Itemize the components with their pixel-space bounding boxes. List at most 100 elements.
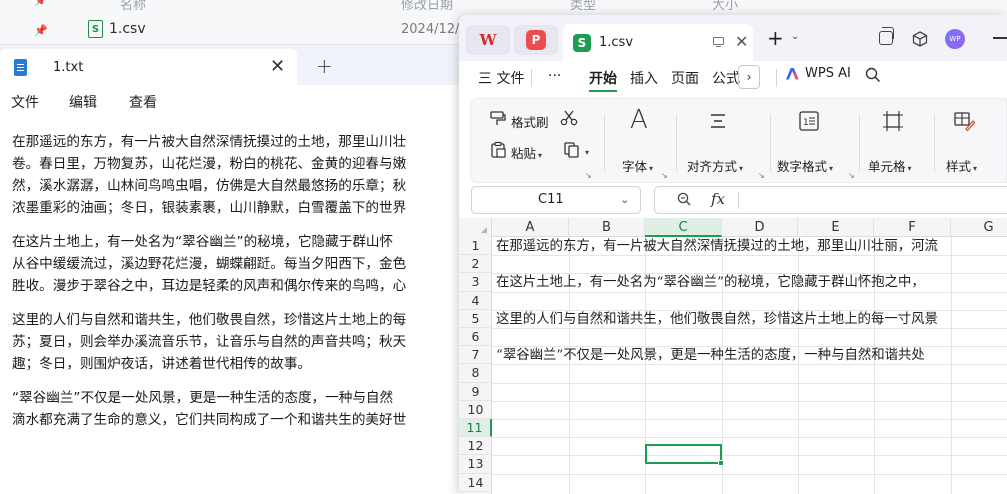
column-header-type[interactable]: 类型 (570, 0, 596, 13)
tab-formula[interactable]: 公式 (712, 68, 740, 88)
tab-page-layout[interactable]: 页面 (671, 68, 699, 88)
row-header[interactable]: 7 (459, 346, 492, 365)
active-tab-indicator (589, 90, 617, 92)
row-header[interactable]: 10 (459, 401, 492, 419)
avatar[interactable]: WP (945, 29, 965, 49)
notepad-icon (14, 58, 27, 76)
notepad-text-area[interactable]: 在那遥远的东方，有一片被大自然深情抚摸过的土地，那里山川壮 卷。春日里，万物复苏… (12, 131, 460, 491)
cell-a3[interactable]: 在这片土地上，有一处名为“翠谷幽兰”的秘境，它隐藏于群山怀抱之中， (496, 274, 925, 292)
window-switch-icon[interactable] (879, 27, 894, 45)
dialog-launcher-icon[interactable]: ↘ (661, 171, 668, 180)
close-icon[interactable]: ✕ (270, 56, 285, 77)
cell-a5[interactable]: 这里的人们与自然和谐共生，他们敬畏自然，珍惜这片土地上的每一寸风景 (496, 311, 938, 329)
row-header[interactable]: 8 (459, 364, 492, 383)
number-format-label: 数字格式 (777, 159, 828, 174)
row-header[interactable]: 13 (459, 455, 492, 474)
row-header[interactable]: 11 (459, 419, 492, 438)
column-header-a[interactable]: A (492, 218, 569, 237)
menu-file[interactable]: 三 文件 (478, 68, 524, 88)
tab-insert[interactable]: 插入 (630, 68, 658, 88)
wps-ai-icon (786, 67, 799, 80)
column-header-g[interactable]: G (951, 218, 1007, 237)
minimize-icon[interactable] (993, 37, 1007, 39)
align-icon (711, 114, 725, 128)
column-header-size[interactable]: 大小 (712, 0, 738, 13)
scissors-icon[interactable] (560, 109, 578, 127)
font-icon: A (630, 105, 648, 135)
row-header[interactable]: 6 (459, 328, 492, 347)
ribbon-divider (934, 114, 935, 172)
cube-icon[interactable] (912, 31, 928, 47)
wps-pdf-tab[interactable]: P (514, 25, 558, 55)
name-box[interactable]: C11 ⌄ (471, 186, 641, 214)
row-header[interactable]: 4 (459, 292, 492, 310)
dialog-launcher-icon[interactable]: ↘ (758, 171, 765, 180)
new-tab-button[interactable]: + (316, 54, 333, 78)
number-format-icon: 1 (799, 111, 819, 131)
style-button[interactable]: 样式 ▾ (946, 156, 977, 175)
chevron-down-icon[interactable]: ⌄ (620, 193, 629, 206)
row-header-column: 1 2 3 4 5 6 7 8 9 10 11 12 13 14 (459, 237, 492, 494)
screen-icon[interactable] (713, 37, 724, 47)
tab-home[interactable]: 开始 (589, 68, 617, 88)
wps-home-tab[interactable]: W (466, 25, 510, 55)
row-header[interactable]: 2 (459, 255, 492, 274)
column-header-c[interactable]: C (645, 218, 722, 237)
spreadsheet-grid[interactable]: A B C D E F G 1 2 3 4 5 6 7 8 9 10 11 12… (459, 218, 1007, 494)
column-header-f[interactable]: F (874, 218, 951, 237)
select-all-corner[interactable] (459, 218, 492, 237)
wps-logo-icon: W (479, 31, 497, 49)
row-header[interactable]: 3 (459, 273, 492, 292)
column-header-d[interactable]: D (722, 218, 798, 237)
search-icon[interactable] (865, 67, 881, 87)
chevron-down-icon[interactable]: ▾ (583, 143, 589, 158)
cell-icon (883, 111, 903, 131)
row-header[interactable]: 5 (459, 310, 492, 328)
document-tab-title: 1.csv (599, 35, 634, 50)
wps-ai-button[interactable]: WPS AI (786, 66, 851, 81)
spreadsheet-logo-icon: S (573, 33, 591, 52)
column-header-e[interactable]: E (798, 218, 874, 237)
chevron-right-icon[interactable]: › (738, 65, 760, 89)
format-painter-button[interactable]: 格式刷 (511, 112, 549, 131)
style-label: 样式 (946, 159, 972, 174)
cell-button[interactable]: 单元格 ▾ (868, 156, 912, 175)
row-header[interactable]: 14 (459, 474, 492, 492)
chevron-down-icon[interactable]: ⌄ (791, 31, 799, 42)
formula-input[interactable]: fx (654, 186, 1007, 214)
zoom-search-icon[interactable] (677, 192, 691, 210)
text-line: 然，溪水潺潺，山林间鸟鸣虫唱，仿佛是大自然最悠扬的乐章；秋 (12, 178, 407, 194)
more-menu-button[interactable]: ··· (548, 68, 561, 84)
menu-edit[interactable]: 编辑 (69, 92, 97, 112)
number-format-button[interactable]: 数字格式 ▾ (777, 156, 833, 175)
notepad-menu-bar: 文件 编辑 查看 (0, 85, 470, 119)
paste-button[interactable]: 粘贴 ▾ (511, 143, 542, 162)
text-line: 卷。春日里，万物复苏，山花烂漫，粉白的桃花、金黄的迎春与嫩 (12, 156, 407, 172)
pin-icon: 📌 (34, 24, 48, 37)
row-header[interactable]: 1 (459, 237, 492, 256)
document-tab[interactable]: S 1.csv ✕ (563, 24, 753, 61)
column-header-b[interactable]: B (569, 218, 645, 237)
menu-file[interactable]: 文件 (11, 92, 39, 112)
row-header[interactable]: 9 (459, 383, 492, 401)
font-button[interactable]: 字体 ▾ (622, 156, 653, 175)
close-icon[interactable]: ✕ (735, 32, 748, 51)
dialog-launcher-icon[interactable]: ↘ (848, 171, 855, 180)
cell-a1[interactable]: 在那遥远的东方，有一片被大自然深情抚摸过的土地，那里山川壮丽，河流 (496, 238, 938, 256)
cell-a7[interactable]: “翠谷幽兰”不仅是一处风景，更是一种生活的态度，一种与自然和谐共处 (496, 347, 925, 365)
menu-view[interactable]: 查看 (129, 92, 157, 112)
column-header-modified[interactable]: 修改日期 (401, 0, 453, 13)
dialog-launcher-icon[interactable]: ↘ (585, 171, 592, 180)
notepad-tab[interactable]: 1.txt ✕ (0, 49, 297, 85)
notepad-tab-bar: 1.txt ✕ + (0, 45, 470, 85)
file-row-csv[interactable]: S 1.csv (88, 20, 146, 38)
fill-handle[interactable] (718, 460, 724, 466)
column-header-name[interactable]: 名称 (120, 0, 146, 13)
fx-icon[interactable]: fx (711, 190, 725, 208)
name-box-value: C11 (538, 192, 564, 207)
row-header[interactable]: 12 (459, 437, 492, 456)
selected-cell-c11[interactable] (645, 444, 722, 464)
copy-icon[interactable] (563, 141, 581, 159)
alignment-button[interactable]: 对齐方式 ▾ (687, 156, 743, 175)
new-tab-button[interactable]: + (767, 26, 784, 50)
